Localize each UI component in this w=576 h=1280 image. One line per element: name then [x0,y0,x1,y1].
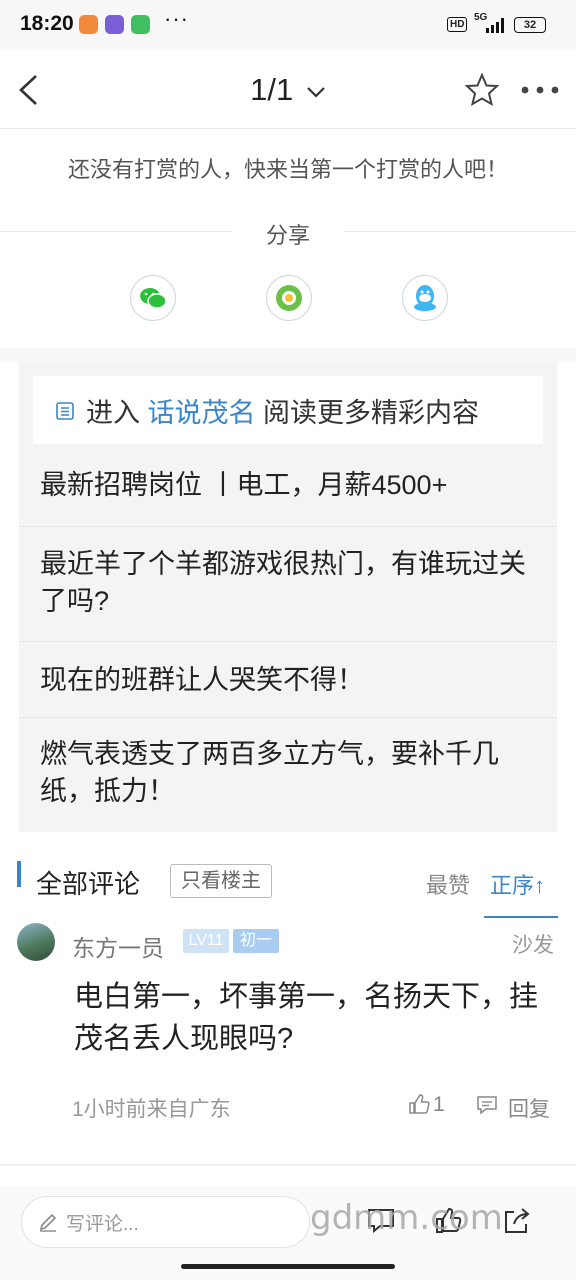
active-tab-indicator [484,916,558,918]
share-wechat-button[interactable] [130,275,176,321]
owner-only-button[interactable]: 只看楼主 [170,864,272,898]
divider [19,526,557,527]
notification-leaf-icon [131,15,150,34]
document-icon [56,402,74,420]
comment-username[interactable]: 东方一员 [72,929,164,963]
status-time: 18:20 [20,12,74,35]
home-indicator[interactable] [181,1264,395,1269]
comment-input[interactable] [21,1196,310,1248]
related-post-item[interactable]: 燃气表透支了两百多立方气，要补千几纸，抵力！ [40,736,530,810]
reply-icon[interactable] [476,1094,498,1116]
section-divider [0,348,576,362]
signal-icon [486,18,504,33]
comment-meta: 1小时前来自广东 [72,1098,231,1121]
star-icon[interactable] [465,73,499,107]
level-badge: LV11 [183,929,229,953]
related-post-item[interactable]: 现在的班群让人哭笑不得！ [40,662,530,699]
page-indicator: 1/1 [250,72,294,107]
notification-app-icon [79,15,98,34]
sort-by-likes-tab[interactable]: 最赞 [426,868,470,900]
pencil-icon [39,1213,57,1232]
qq-icon [414,285,436,311]
enter-suffix: 阅读更多精彩内容 [263,398,480,428]
forum-name[interactable]: 话说茂名 [148,398,256,428]
enter-prefix: 进入 [86,398,140,428]
comments-title: 全部评论 [36,869,141,899]
more-menu-icon[interactable] [520,84,560,96]
grade-badge: 初一 [233,929,279,953]
share-label: 分享 [265,223,310,248]
wechat-icon [140,288,167,309]
site-watermark: gdmm.com [310,1198,503,1238]
status-more-icon: ··· [164,6,189,31]
sort-chronological-tab[interactable]: 正序↑ [490,868,545,900]
share-qq-button[interactable] [402,275,448,321]
related-post-item[interactable]: 最新招聘岗位 丨电工，月薪4500+ [40,467,530,504]
share-post-icon[interactable] [502,1206,532,1236]
divider [0,1164,576,1166]
share-moments-button[interactable] [266,275,312,321]
comment-placeholder: 写评论... [66,1214,139,1235]
hd-badge: HD [447,17,468,32]
like-count: 1 [433,1093,445,1116]
floor-label: 沙发 [512,934,554,957]
battery-icon: 32 [514,17,546,33]
related-post-item[interactable]: 最近羊了个羊都游戏很热门，有谁玩过关了吗? [40,546,530,620]
thumbs-up-icon[interactable] [408,1093,430,1115]
section-accent-bar [17,861,21,887]
reply-button[interactable]: 回复 [508,1093,550,1123]
reward-notice: 还没有打赏的人，快来当第一个打赏的人吧！ [67,157,508,182]
divider [19,641,557,642]
chevron-down-icon [307,87,325,98]
moments-icon [276,285,302,311]
enter-forum-text[interactable]: 进入 话说茂名 阅读更多精彩内容 [86,391,479,430]
notification-chat-icon [105,15,124,34]
divider [19,717,557,718]
avatar[interactable] [17,923,55,961]
comment-body: 电白第一，坏事第一，名扬天下，挂茂名丢人现眼吗? [74,981,539,1055]
